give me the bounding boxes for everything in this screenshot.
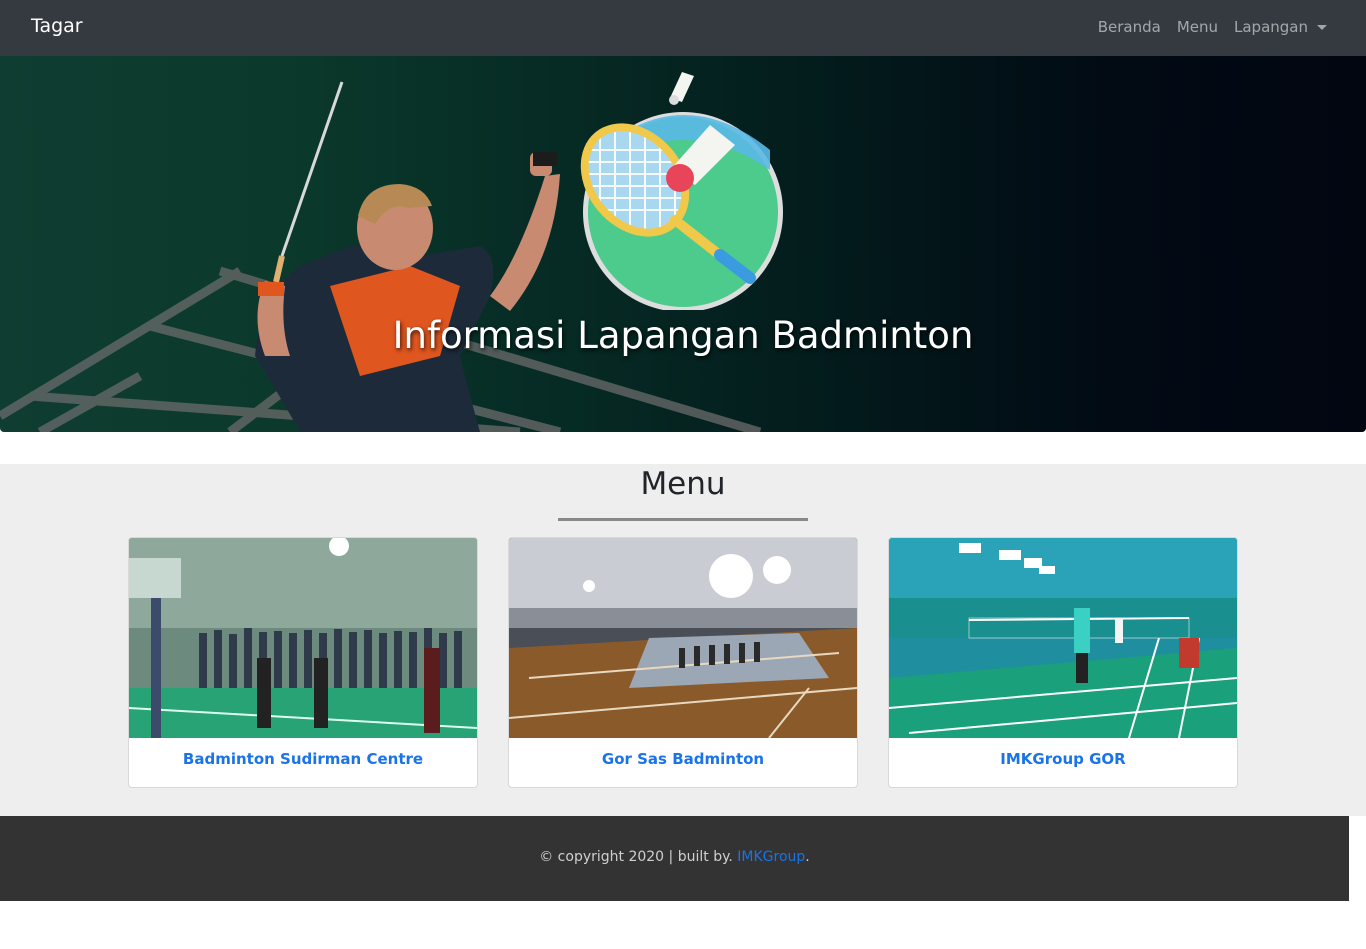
nav-dropdown-label: Lapangan [1234,18,1308,36]
menu-section: Menu Badminton Sudirman Centre Gor Sas B… [0,464,1366,816]
hero-title: Informasi Lapangan Badminton [392,314,974,357]
footer-author-link[interactable]: IMKGroup [737,849,805,865]
venue-card-title[interactable]: Gor Sas Badminton [509,750,857,768]
venue-card-image[interactable] [889,538,1237,738]
venue-card-image[interactable] [509,538,857,738]
copyright-text: © copyright 2020 | built by. [539,849,733,865]
badminton-logo-icon [580,72,783,310]
navbar: Tagar Beranda Menu Lapangan [0,0,1366,56]
brand-link[interactable]: Tagar [31,15,83,37]
hero-banner: Informasi Lapangan Badminton [0,56,1366,432]
venue-card[interactable]: IMKGroup GOR [888,537,1238,788]
venue-card-title[interactable]: Badminton Sudirman Centre [129,750,477,768]
venue-card-image[interactable] [129,538,477,738]
venue-card[interactable]: Gor Sas Badminton [508,537,858,788]
venue-card-title[interactable]: IMKGroup GOR [889,750,1237,768]
footer-period: . [805,849,810,865]
nav-link-beranda[interactable]: Beranda [1098,18,1161,36]
nav-dropdown-lapangan[interactable]: Lapangan [1234,18,1327,36]
caret-down-icon [1317,25,1327,30]
footer-copyright: © copyright 2020 | built by. IMKGroup. [0,849,1349,865]
nav-links: Beranda Menu Lapangan [1082,18,1327,36]
heading-divider [558,518,808,521]
venue-card[interactable]: Badminton Sudirman Centre [128,537,478,788]
menu-heading: Menu [640,466,726,502]
nav-link-menu[interactable]: Menu [1177,18,1218,36]
footer: © copyright 2020 | built by. IMKGroup. [0,816,1349,901]
